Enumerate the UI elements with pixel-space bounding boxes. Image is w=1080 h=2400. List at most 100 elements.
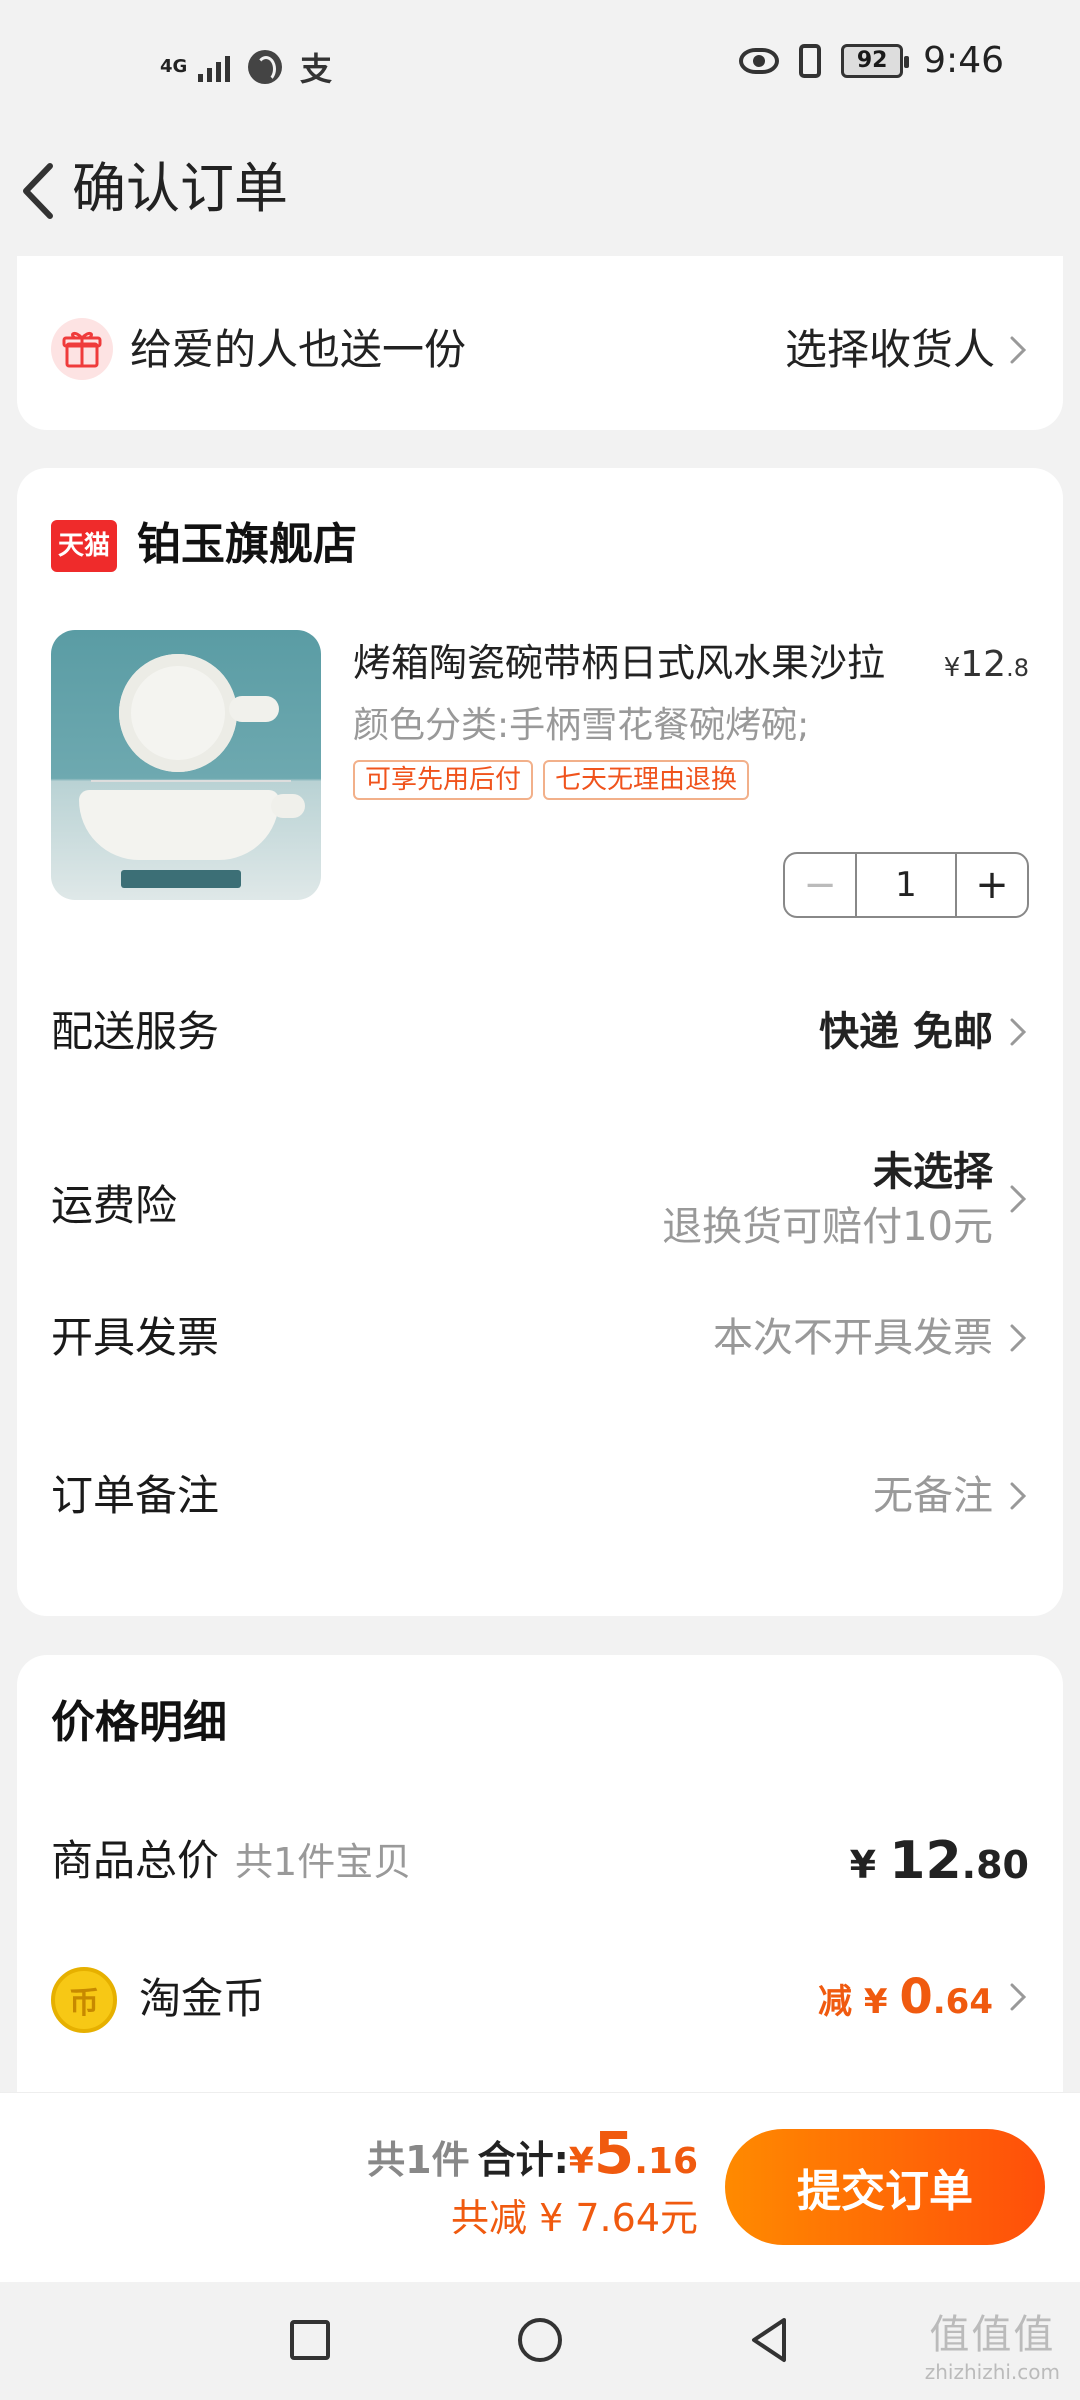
note-value-group: 无备注 [873, 1468, 1029, 1524]
signal-icon [198, 52, 230, 82]
total-savings: 共减 ¥ 7.64元 [451, 2196, 698, 2240]
invoice-row[interactable]: 开具发票 本次不开具发票 [51, 1310, 1029, 1370]
order-note-row[interactable]: 订单备注 无备注 [51, 1468, 1029, 1528]
invoice-label: 开具发票 [51, 1313, 220, 1362]
note-label: 订单备注 [51, 1471, 220, 1520]
tmall-logo: 天猫 [51, 520, 117, 572]
coin-currency: ¥ [863, 1982, 888, 2022]
price-dec: .8 [1006, 654, 1029, 682]
insurance-value: 未选择 [873, 1149, 993, 1195]
total-currency: ¥ [849, 1843, 877, 1887]
goods-total-label-group: 商品总价 共1件宝贝 [51, 1833, 411, 1890]
eye-icon [739, 47, 780, 74]
price-detail-title: 价格明细 [51, 1697, 227, 1748]
order-sum: 共1件 合计:¥5.16 [367, 2123, 698, 2192]
insurance-values: 未选择 退换货可赔付10元 [662, 1144, 993, 1254]
back-arrow-icon[interactable] [14, 156, 64, 226]
watermark-url: zhizhizhi.com [924, 2360, 1060, 2384]
bowl-top-handle [229, 696, 279, 722]
delivery-row[interactable]: 配送服务 快递 免邮 [51, 1004, 1029, 1064]
select-recipient-label: 选择收货人 [784, 325, 995, 374]
battery-icon: 92 [841, 43, 910, 78]
page-title: 确认订单 [72, 157, 288, 220]
goods-total-amount: ¥ 12.80 [850, 1831, 1029, 1891]
home-icon[interactable] [510, 2310, 570, 2370]
coin-label: 淘金币 [139, 1974, 266, 2023]
status-left: 4G 支 [160, 44, 332, 90]
clock: 9:46 [923, 40, 1004, 81]
price-int: 12 [960, 644, 1007, 685]
order-card: 天猫 铂玉旗舰店 烤箱陶瓷碗带柄日式风水果沙拉 ¥12.8 颜色分类:手柄雪花餐… [17, 468, 1063, 1616]
chevron-right-icon [1010, 1324, 1027, 1352]
sum-currency: ¥ [568, 2141, 594, 2182]
browser-icon [248, 50, 282, 84]
chevron-right-icon [1010, 336, 1027, 364]
sum-int: 5 [593, 2119, 635, 2187]
chevron-right-icon [1010, 1482, 1027, 1510]
total-int: 12 [889, 1831, 962, 1891]
bowl-side-view [79, 790, 279, 860]
select-recipient-button[interactable]: 选择收货人 [785, 324, 1029, 376]
insurance-label: 运费险 [51, 1181, 178, 1230]
chevron-right-icon [1010, 1185, 1027, 1213]
delivery-value-group: 快递 免邮 [819, 1004, 1029, 1060]
goods-total-row: 商品总价 共1件宝贝 ¥ 12.80 [51, 1831, 1029, 1895]
system-nav-bar [0, 2282, 1080, 2400]
watermark-logo: 值值值 [929, 2312, 1056, 2358]
header: 确认订单 [0, 130, 1080, 250]
taojinbi-row[interactable]: 币 淘金币 减 ¥ 0.64 [51, 1965, 1029, 2035]
note-value: 无备注 [873, 1473, 993, 1519]
alipay-icon: 支 [300, 50, 333, 88]
chevron-right-icon [1010, 1983, 1027, 2011]
gift-icon [51, 318, 113, 380]
increase-button[interactable]: + [955, 854, 1027, 916]
gift-card[interactable]: 给爱的人也送一份 选择收货人 [17, 256, 1063, 430]
bowl-top-view [119, 654, 237, 772]
store-name[interactable]: 铂玉旗舰店 [137, 516, 357, 574]
goods-total-label: 商品总价 [51, 1836, 220, 1885]
goods-total-value: ¥ 12.80 [850, 1831, 1029, 1891]
sum-amount: ¥5.16 [568, 2123, 698, 2183]
tag-free-return: 七天无理由退换 [543, 760, 750, 800]
coin-icon: 币 [51, 1967, 117, 2033]
dimension-line [91, 780, 291, 782]
sum-dec: .16 [634, 2141, 698, 2182]
vibrate-icon [799, 43, 822, 78]
network-type: 4G [160, 56, 188, 77]
insurance-value-group: 未选择 退换货可赔付10元 [662, 1144, 1029, 1254]
product-image-tag [121, 870, 241, 888]
total-dec: .80 [961, 1843, 1029, 1887]
status-bar: 4G 支 92 9:46 [0, 0, 1080, 130]
bowl-side-handle [271, 794, 305, 818]
quantity-stepper: − 1 + [783, 852, 1029, 918]
checkout-bar: 共1件 合计:¥5.16 共减 ¥ 7.64元 提交订单 [0, 2092, 1080, 2282]
invoice-value: 本次不开具发票 [713, 1315, 993, 1361]
sum-label: 合计: [477, 2138, 569, 2182]
coin-prefix: 减 [818, 1982, 852, 2022]
coin-discount: 减 ¥ 0.64 [818, 1969, 993, 2025]
product-price: ¥12.8 [944, 642, 1029, 691]
delivery-value: 快递 免邮 [819, 1009, 993, 1055]
product-spec[interactable]: 颜色分类:手柄雪花餐碗烤碗; [353, 702, 809, 750]
quantity-value[interactable]: 1 [857, 854, 955, 916]
status-right: 92 9:46 [739, 40, 1004, 81]
coin-int: 0 [899, 1969, 933, 2025]
submit-order-button[interactable]: 提交订单 [725, 2129, 1045, 2245]
insurance-sub: 退换货可赔付10元 [662, 1204, 993, 1250]
item-count: 共1件 [367, 2138, 470, 2182]
invoice-value-group: 本次不开具发票 [713, 1310, 1029, 1366]
gift-label: 给爱的人也送一份 [130, 325, 467, 374]
delivery-label: 配送服务 [51, 1007, 220, 1056]
coin-value-group: 减 ¥ 0.64 [818, 1969, 1029, 2025]
recents-icon[interactable] [280, 2310, 340, 2370]
back-nav-icon[interactable] [740, 2310, 800, 2370]
shipping-insurance-row[interactable]: 运费险 未选择 退换货可赔付10元 [51, 1144, 1029, 1264]
product-image[interactable] [51, 630, 321, 900]
decrease-button[interactable]: − [785, 854, 857, 916]
chevron-right-icon [1010, 1018, 1027, 1046]
product-title[interactable]: 烤箱陶瓷碗带柄日式风水果沙拉 [353, 638, 923, 688]
tag-pay-later: 可享先用后付 [353, 760, 534, 800]
watermark: 值值值 zhizhizhi.com [925, 2310, 1060, 2384]
price-currency: ¥ [943, 653, 961, 683]
product-tags: 可享先用后付 七天无理由退换 [353, 760, 750, 800]
